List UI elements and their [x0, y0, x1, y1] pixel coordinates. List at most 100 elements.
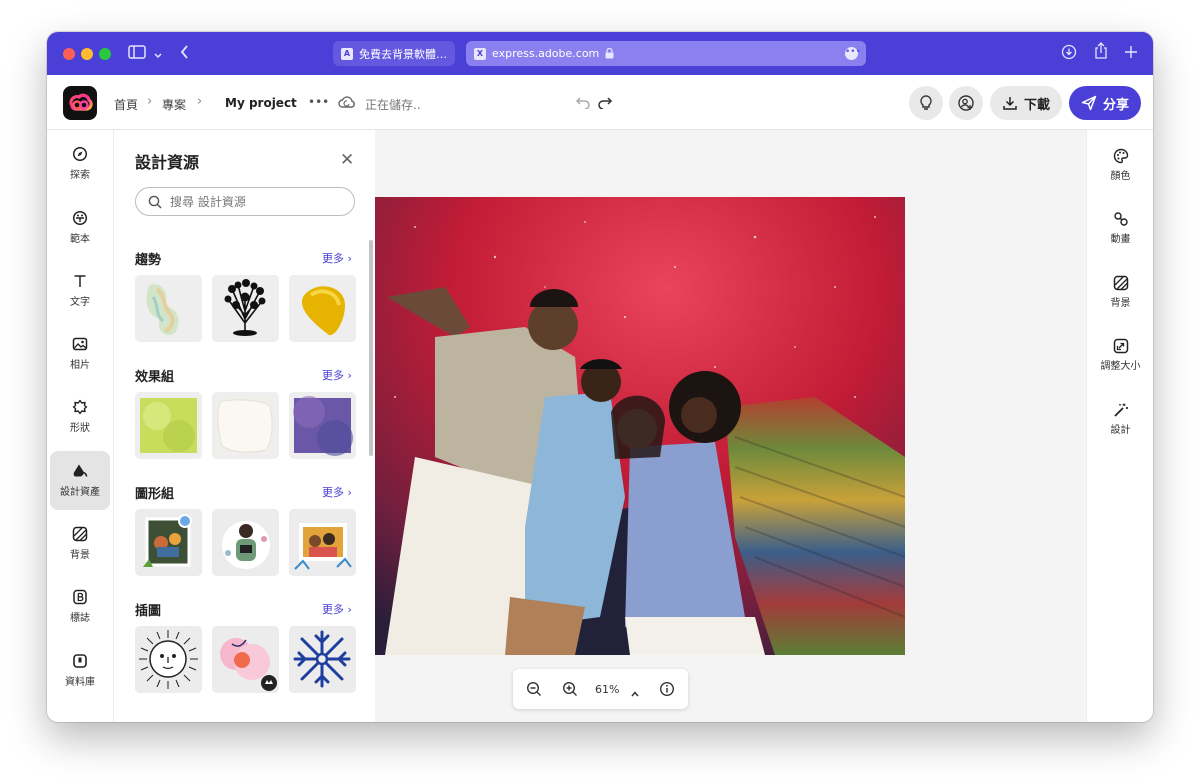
rail-label: 相片 [70, 360, 90, 371]
search-icon [148, 195, 162, 209]
download-button[interactable]: 下載 [990, 86, 1062, 120]
rail-label: 背景 [70, 550, 90, 561]
cloud-sync-icon [338, 94, 356, 113]
send-icon [1081, 95, 1097, 111]
rail-label: 背景 [1110, 298, 1131, 309]
rail-label: 設計資產 [60, 487, 100, 498]
browser-toolbar: A 免費去背景軟體… X express.adobe.com ••• [47, 32, 1153, 75]
asset-thumbnail[interactable] [135, 392, 202, 459]
rail-item-colors[interactable]: 顏色 [1087, 148, 1153, 198]
undo-icon[interactable] [575, 94, 591, 113]
tips-button[interactable] [909, 86, 943, 120]
shape-icon [72, 399, 88, 415]
library-icon [73, 654, 87, 668]
asset-thumbnail[interactable] [135, 626, 202, 693]
search-placeholder: 搜尋 設計資源 [170, 195, 246, 209]
back-icon[interactable] [179, 44, 191, 64]
app-header: 首頁 › 專案 › My project ••• 正在儲存.. 下載 分享 [47, 75, 1153, 130]
compass-icon [72, 146, 88, 162]
more-link[interactable]: 更多 › [322, 601, 352, 617]
info-icon[interactable] [659, 681, 675, 701]
rail-label: 形狀 [70, 423, 90, 434]
rail-label: 資料庫 [65, 677, 95, 688]
asset-thumbnail[interactable] [289, 275, 356, 342]
canvas-photo[interactable] [375, 197, 905, 655]
minimize-window-button[interactable] [81, 48, 93, 60]
rail-label: 調整大小 [1100, 361, 1141, 372]
more-link[interactable]: 更多 › [322, 250, 352, 266]
invite-button[interactable] [949, 86, 983, 120]
rail-label: 探索 [70, 170, 90, 181]
address-bar[interactable]: X express.adobe.com ••• [466, 41, 866, 66]
rail-item-animation[interactable]: 動畫 [1087, 211, 1153, 261]
photo-icon [72, 337, 88, 351]
rail-item-brand[interactable]: 標誌 [50, 577, 110, 636]
search-input[interactable]: 搜尋 設計資源 [135, 187, 355, 216]
rail-item-background[interactable]: 背景 [1087, 275, 1153, 325]
asset-thumbnail[interactable] [289, 392, 356, 459]
more-link[interactable]: 更多 › [322, 367, 352, 383]
share-page-icon[interactable] [1093, 42, 1109, 64]
url-text: express.adobe.com [492, 47, 600, 60]
rail-item-library[interactable]: 資料庫 [50, 641, 110, 700]
more-options-icon[interactable]: ••• [845, 47, 861, 60]
downloads-icon[interactable] [1061, 44, 1077, 64]
lock-icon [605, 48, 614, 59]
asset-thumbnail[interactable] [289, 626, 356, 693]
asset-thumbnail[interactable] [135, 275, 202, 342]
asset-thumbnail[interactable] [289, 509, 356, 576]
close-icon[interactable]: ✕ [340, 150, 354, 170]
browser-window: A 免費去背景軟體… X express.adobe.com ••• 首頁 › … [47, 32, 1153, 722]
rail-item-design[interactable]: 設計 [1087, 402, 1153, 452]
rail-label: 設計 [1110, 425, 1131, 436]
rail-item-design-assets[interactable]: 設計資產 [50, 451, 110, 510]
download-icon [1003, 97, 1017, 110]
breadcrumb-projects[interactable]: 專案 [162, 96, 186, 113]
asset-thumbnail[interactable] [212, 509, 279, 576]
asset-thumbnail[interactable] [212, 392, 279, 459]
share-label: 分享 [1102, 97, 1129, 113]
new-tab-icon[interactable] [1124, 44, 1138, 63]
zoom-out-icon[interactable] [526, 681, 542, 701]
tab-favicon-icon: A [341, 47, 353, 60]
chevron-down-icon[interactable] [153, 46, 163, 65]
breadcrumb-home[interactable]: 首頁 [114, 96, 138, 113]
asset-thumbnail[interactable] [212, 626, 279, 693]
close-window-button[interactable] [63, 48, 75, 60]
share-button[interactable]: 分享 [1069, 86, 1141, 120]
project-title[interactable]: My project [225, 96, 297, 110]
rail-item-text[interactable]: 文字 [50, 261, 110, 320]
zoom-window-button[interactable] [99, 48, 111, 60]
section-title: 插圖 [135, 604, 162, 619]
rail-label: 範本 [70, 234, 90, 245]
rail-item-background[interactable]: 背景 [50, 514, 110, 573]
rail-label: 動畫 [1110, 234, 1131, 245]
animation-icon [1113, 212, 1128, 226]
chevron-up-icon[interactable] [630, 684, 640, 703]
asset-thumbnail[interactable] [135, 509, 202, 576]
background-icon [1113, 275, 1128, 291]
rail-item-templates[interactable]: 範本 [50, 198, 110, 257]
asset-thumbnail[interactable] [212, 275, 279, 342]
rail-item-resize[interactable]: 調整大小 [1087, 338, 1153, 388]
rail-item-photos[interactable]: 相片 [50, 324, 110, 383]
rail-item-explore[interactable]: 探索 [50, 134, 110, 193]
panel-scrollbar[interactable] [369, 240, 373, 456]
lightbulb-icon [918, 94, 934, 112]
tab-inactive[interactable]: A 免費去背景軟體… [333, 41, 455, 66]
left-rail: 探索 範本 文字 相片 形狀 設計資產 背景 標誌 資料庫 [47, 130, 114, 722]
more-link[interactable]: 更多 › [322, 484, 352, 500]
design-assets-panel: 設計資源 ✕ 搜尋 設計資源 趨勢 更多 › 效果組 更多 › 圖形組 更多 ›… [114, 130, 375, 722]
zoom-level[interactable]: 61% [595, 683, 619, 696]
text-icon [74, 275, 86, 287]
creative-cloud-logo-icon[interactable] [63, 86, 97, 120]
panel-title: 設計資源 [135, 153, 200, 172]
brand-icon [73, 589, 87, 605]
redo-icon[interactable] [597, 94, 613, 113]
rail-item-shapes[interactable]: 形狀 [50, 387, 110, 446]
sidebar-toggle-icon[interactable] [128, 44, 146, 64]
background-icon [72, 526, 88, 542]
canvas-area: 61% [375, 130, 1086, 722]
more-options-icon[interactable]: ••• [308, 95, 329, 109]
zoom-in-icon[interactable] [562, 681, 578, 701]
